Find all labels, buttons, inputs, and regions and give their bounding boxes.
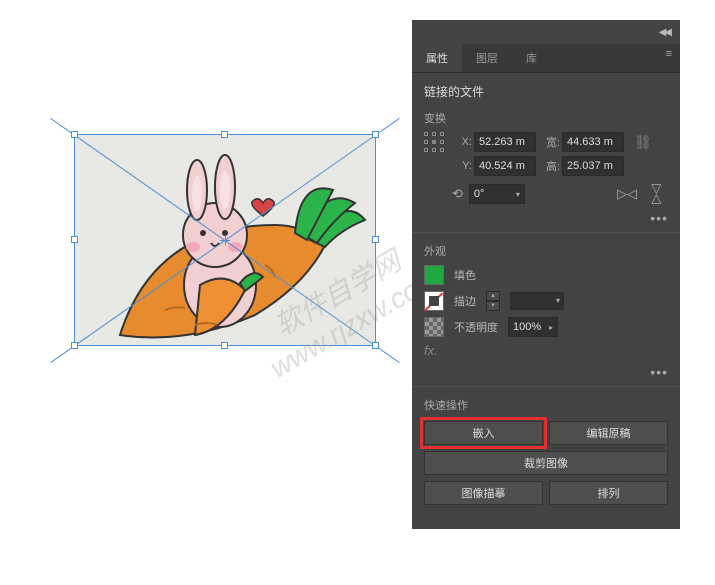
tab-properties[interactable]: 属性 <box>412 44 462 72</box>
x-input[interactable] <box>474 132 536 152</box>
image-trace-button[interactable]: 图像描摹 <box>424 481 543 505</box>
opacity-swatch[interactable] <box>424 317 444 337</box>
resize-handle-mr[interactable] <box>372 236 379 243</box>
resize-handle-tm[interactable] <box>221 131 228 138</box>
stroke-weight-stepper[interactable]: ▴▾ <box>486 291 500 311</box>
fill-label: 填色 <box>454 267 476 283</box>
section-title: 链接的文件 <box>424 83 668 100</box>
panel-menu-icon[interactable]: ≡ <box>658 44 680 72</box>
height-input[interactable] <box>562 156 624 176</box>
crop-image-button[interactable]: 裁剪图像 <box>424 451 668 475</box>
panel-tabs: 属性 图层 库 ≡ <box>412 44 680 73</box>
tab-library[interactable]: 库 <box>512 44 551 72</box>
flip-vertical-icon[interactable]: ▷◁ <box>648 183 666 205</box>
h-label: 高: <box>542 158 560 174</box>
tab-layers[interactable]: 图层 <box>462 44 512 72</box>
resize-handle-br[interactable] <box>372 342 379 349</box>
reference-point-grid[interactable] <box>424 132 446 154</box>
canvas-area[interactable] <box>0 0 410 585</box>
resize-handle-bl[interactable] <box>71 342 78 349</box>
panel-collapse-icon[interactable]: ◀◀ <box>655 25 674 40</box>
resize-handle-ml[interactable] <box>71 236 78 243</box>
fill-swatch[interactable] <box>424 265 444 285</box>
properties-panel: ◀◀ 属性 图层 库 ≡ 链接的文件 变换 X: 宽: <box>412 20 680 529</box>
opacity-label: 不透明度 <box>454 319 498 335</box>
transform-more-icon[interactable]: ••• <box>424 210 668 226</box>
quick-actions-label: 快速操作 <box>424 397 668 413</box>
resize-handle-bm[interactable] <box>221 342 228 349</box>
constrain-proportions-icon[interactable]: ⛓ <box>630 134 656 151</box>
w-label: 宽: <box>542 134 560 150</box>
stroke-swatch[interactable] <box>424 291 444 311</box>
embed-button[interactable]: 嵌入 <box>424 421 543 445</box>
y-label: Y: <box>454 160 472 172</box>
stroke-style-select[interactable]: ▾ <box>510 292 564 310</box>
appearance-more-icon[interactable]: ••• <box>424 364 668 380</box>
rotate-icon: ⟲ <box>452 186 463 202</box>
opacity-input[interactable]: 100%▸ <box>508 317 558 337</box>
rabbit-carrot-illustration <box>75 135 375 345</box>
arrange-button[interactable]: 排列 <box>549 481 668 505</box>
stroke-label: 描边 <box>454 293 476 309</box>
resize-handle-tl[interactable] <box>71 131 78 138</box>
fx-label[interactable]: fx. <box>424 343 668 358</box>
transform-label: 变换 <box>424 110 668 126</box>
x-label: X: <box>454 136 472 148</box>
placed-image[interactable] <box>75 135 375 345</box>
edit-original-button[interactable]: 编辑原稿 <box>549 421 668 445</box>
rotate-input[interactable]: 0°▾ <box>469 184 525 204</box>
resize-handle-tr[interactable] <box>372 131 379 138</box>
appearance-label: 外观 <box>424 243 668 259</box>
flip-horizontal-icon[interactable]: ▷◁ <box>616 185 638 203</box>
y-input[interactable] <box>474 156 536 176</box>
width-input[interactable] <box>562 132 624 152</box>
